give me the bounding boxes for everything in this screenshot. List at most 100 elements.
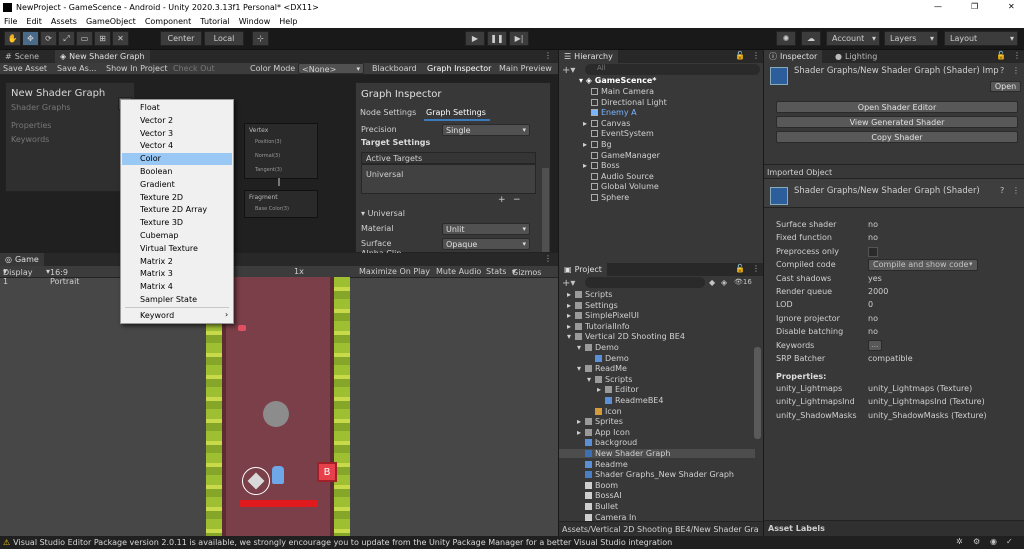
- filter-label-icon[interactable]: ◈: [721, 278, 727, 287]
- rect-tool-icon[interactable]: ▭: [76, 31, 93, 46]
- maximize-button[interactable]: ❐: [971, 2, 978, 11]
- project-item[interactable]: backgroud: [577, 438, 637, 447]
- lock-icon[interactable]: 🔓: [735, 51, 745, 60]
- context-menu-item[interactable]: Cubemap: [122, 230, 232, 242]
- project-item[interactable]: ▸ SimplePixelUI: [567, 311, 639, 320]
- context-menu-item[interactable]: Gradient: [122, 179, 232, 191]
- project-scrollbar[interactable]: [754, 347, 761, 439]
- hierarchy-item[interactable]: EventSystem: [583, 129, 654, 138]
- menu-file[interactable]: File: [4, 17, 17, 26]
- vertex-port-tangent[interactable]: Tangent(3): [255, 167, 282, 173]
- vertex-port-normal[interactable]: Normal(3): [255, 153, 280, 159]
- hidden-packages-badge[interactable]: 👁16: [734, 278, 752, 286]
- display-dropdown[interactable]: Display 1 ▾: [3, 267, 33, 286]
- pivot-center-button[interactable]: Center: [160, 31, 202, 46]
- bug-icon[interactable]: ✲: [956, 537, 963, 546]
- hierarchy-item[interactable]: ▸ Canvas: [583, 119, 630, 128]
- layers-dropdown[interactable]: Layers ▾: [884, 31, 938, 46]
- hierarchy-item[interactable]: Sphere: [583, 193, 629, 202]
- more-options-icon[interactable]: ⋮: [1013, 51, 1021, 60]
- vertex-port-position[interactable]: Position(3): [255, 139, 282, 145]
- scene-root[interactable]: ▾ ◈ GameScence*: [579, 76, 656, 85]
- move-tool-icon[interactable]: ✥: [22, 31, 39, 46]
- more-options-icon[interactable]: ⋮: [544, 51, 552, 60]
- hand-tool-icon[interactable]: ✋: [4, 31, 21, 46]
- remove-target-icon[interactable]: −: [513, 195, 521, 205]
- add-target-icon[interactable]: +: [498, 195, 506, 205]
- status-check-icon[interactable]: ✓: [1006, 537, 1013, 546]
- context-menu-item[interactable]: Float: [122, 102, 232, 114]
- chevron-down-icon[interactable]: ▾: [969, 260, 973, 268]
- settings-icon[interactable]: ⋮: [1012, 66, 1020, 75]
- save-as-button[interactable]: Save As...: [57, 64, 96, 73]
- auto-generate-icon[interactable]: ◉: [990, 537, 997, 546]
- mute-audio-toggle[interactable]: Mute Audio: [436, 267, 481, 276]
- status-message[interactable]: Visual Studio Editor Package version 2.0…: [13, 538, 672, 547]
- hierarchy-item[interactable]: Global Volume: [583, 182, 659, 191]
- menu-help[interactable]: Help: [279, 17, 297, 26]
- context-menu-item[interactable]: Matrix 4: [122, 281, 232, 293]
- transform-tool-icon[interactable]: ⊞: [94, 31, 111, 46]
- project-item[interactable]: ▸ App Icon: [577, 428, 630, 437]
- tab-shader-graph[interactable]: ◈ New Shader Graph: [55, 50, 150, 63]
- save-asset-button[interactable]: Save Asset: [3, 64, 47, 73]
- project-item[interactable]: Readme: [577, 460, 628, 469]
- fragment-node[interactable]: Fragment Base Color(3): [244, 190, 318, 218]
- collab-icon[interactable]: ✺: [776, 31, 796, 46]
- blackboard-button[interactable]: Blackboard: [372, 64, 417, 73]
- rotate-tool-icon[interactable]: ⟳: [40, 31, 57, 46]
- project-item[interactable]: Icon: [587, 407, 622, 416]
- hierarchy-item[interactable]: Enemy A: [583, 108, 637, 117]
- project-item[interactable]: ▸ Sprites: [577, 417, 623, 426]
- pivot-local-button[interactable]: Local: [204, 31, 244, 46]
- boom-button[interactable]: B: [317, 462, 337, 482]
- tab-graph-settings[interactable]: Graph Settings: [426, 108, 486, 117]
- show-in-project-button[interactable]: Show In Project: [106, 64, 167, 73]
- precision-dropdown[interactable]: Single: [442, 124, 530, 136]
- menu-gameobject[interactable]: GameObject: [86, 17, 136, 26]
- context-menu-item[interactable]: Texture 2D Array: [122, 204, 232, 216]
- context-menu-item[interactable]: Vector 2: [122, 115, 232, 127]
- minimize-button[interactable]: —: [934, 2, 942, 11]
- project-item[interactable]: Bullet: [577, 502, 618, 511]
- universal-foldout[interactable]: ▾ Universal: [361, 209, 405, 218]
- stats-toggle[interactable]: Stats: [486, 267, 506, 276]
- aspect-dropdown[interactable]: ▾ 16:9 Portrait: [46, 267, 79, 286]
- compile-show-code-button[interactable]: Compile and show code: [868, 259, 978, 272]
- project-item[interactable]: ReadmeBE4: [597, 396, 663, 405]
- hierarchy-item[interactable]: GameManager: [583, 151, 660, 160]
- hierarchy-item[interactable]: Audio Source: [583, 172, 654, 181]
- project-item[interactable]: New Shader Graph: [559, 449, 755, 458]
- keywords-button[interactable]: ...: [868, 339, 882, 351]
- menu-assets[interactable]: Assets: [51, 17, 77, 26]
- open-button[interactable]: Open: [990, 81, 1021, 92]
- project-search-input[interactable]: [585, 277, 705, 288]
- filter-type-icon[interactable]: ◆: [709, 278, 715, 287]
- layout-dropdown[interactable]: Layout ▾: [944, 31, 1018, 46]
- context-menu-item[interactable]: Vector 3: [122, 128, 232, 140]
- context-menu-item[interactable]: Vector 4: [122, 140, 232, 152]
- color-mode-dropdown[interactable]: <None>: [298, 63, 364, 74]
- tab-game[interactable]: ◎ Game: [0, 253, 44, 266]
- vertex-node[interactable]: Vertex Position(3) Normal(3) Tangent(3): [244, 123, 318, 179]
- account-dropdown[interactable]: Account ▾: [826, 31, 880, 46]
- menu-component[interactable]: Component: [145, 17, 191, 26]
- context-menu-item[interactable]: Matrix 2: [122, 256, 232, 268]
- surface-dropdown[interactable]: Opaque: [442, 238, 530, 250]
- help-icon[interactable]: ?: [1000, 66, 1004, 75]
- tab-node-settings[interactable]: Node Settings: [360, 108, 416, 117]
- menu-tutorial[interactable]: Tutorial: [200, 17, 229, 26]
- create-asset-button[interactable]: +▾: [562, 278, 575, 289]
- project-item[interactable]: BossAI: [577, 491, 622, 500]
- menu-window[interactable]: Window: [239, 17, 271, 26]
- more-options-icon[interactable]: ⋮: [544, 254, 552, 263]
- inspector-scrollbar[interactable]: [542, 168, 549, 252]
- lock-icon[interactable]: 🔓: [735, 264, 745, 273]
- view-generated-shader-button[interactable]: View Generated Shader: [776, 116, 1018, 128]
- project-item[interactable]: ▾ Vertical 2D Shooting BE4: [567, 332, 685, 341]
- project-item[interactable]: Demo: [587, 354, 629, 363]
- project-item[interactable]: Boom: [577, 481, 618, 490]
- more-options-icon[interactable]: ⋮: [752, 51, 760, 60]
- project-item[interactable]: ▸ TutorialInfo: [567, 322, 630, 331]
- context-menu-item[interactable]: Keyword: [122, 310, 232, 322]
